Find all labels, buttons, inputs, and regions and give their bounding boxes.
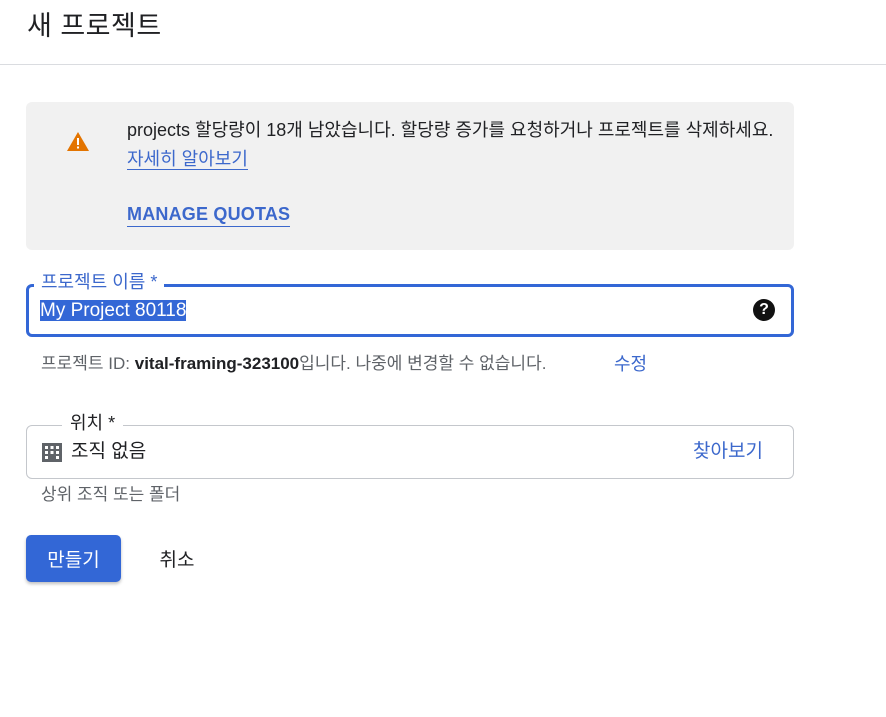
building-icon	[42, 443, 62, 462]
browse-location-link[interactable]: 찾아보기	[693, 439, 763, 465]
project-id-value: vital-framing-323100	[134, 354, 300, 373]
project-name-label: 프로젝트 이름 *	[34, 271, 165, 293]
create-button[interactable]: 만들기	[26, 535, 121, 582]
location-label: 위치 *	[62, 412, 124, 434]
quota-warning-banner: projects 할당량이 18개 남았습니다. 할당량 증가를 요청하거나 프…	[26, 102, 794, 250]
cancel-button[interactable]: 취소	[140, 535, 214, 582]
help-icon[interactable]: ?	[753, 299, 775, 321]
manage-quotas-link[interactable]: MANAGE QUOTAS	[127, 202, 291, 227]
project-id-info: 프로젝트 ID: vital-framing-323100입니다. 나중에 변경…	[41, 352, 546, 376]
location-helper-text: 상위 조직 또는 폴더	[41, 485, 181, 504]
project-id-suffix: 입니다. 나중에 변경할 수 없습니다.	[299, 354, 547, 373]
page-header: 새 프로젝트	[0, 0, 886, 65]
project-name-value: My Project 80118	[40, 300, 187, 321]
learn-more-link[interactable]: 자세히 알아보기	[127, 149, 248, 170]
quota-message: projects 할당량이 18개 남았습니다. 할당량 증가를 요청하거나 프…	[127, 116, 777, 174]
project-id-prefix: 프로젝트 ID:	[41, 354, 135, 373]
page-title: 새 프로젝트	[27, 11, 162, 41]
quota-message-text: projects 할당량이 18개 남았습니다. 할당량 증가를 요청하거나 프…	[127, 120, 774, 140]
project-name-input[interactable]: My Project 80118	[40, 297, 740, 325]
warning-icon	[67, 132, 89, 151]
location-value: 조직 없음	[71, 441, 147, 462]
edit-project-id-link[interactable]: 수정	[614, 352, 647, 376]
